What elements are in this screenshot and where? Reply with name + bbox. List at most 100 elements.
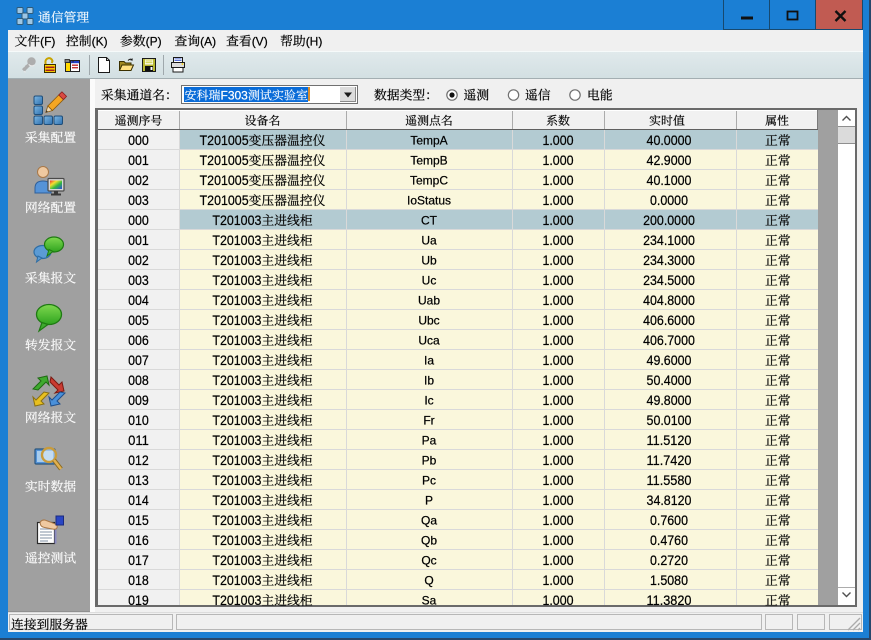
- svg-text:1.000: 1.000: [542, 513, 573, 528]
- svg-text:50.0100: 50.0100: [647, 413, 692, 428]
- svg-text:1.000: 1.000: [542, 233, 573, 248]
- svg-text:1.000: 1.000: [542, 193, 573, 208]
- svg-text:Qa: Qa: [421, 514, 437, 528]
- svg-text:005: 005: [128, 313, 149, 328]
- svg-text:Pb: Pb: [422, 454, 437, 468]
- svg-text:011: 011: [128, 433, 149, 448]
- svg-text:TempA: TempA: [410, 134, 447, 148]
- svg-text:016: 016: [128, 533, 149, 548]
- svg-text:406.6000: 406.6000: [643, 313, 695, 328]
- svg-text:004: 004: [128, 293, 149, 308]
- svg-text:017: 017: [128, 553, 149, 568]
- svg-text:1.000: 1.000: [542, 213, 573, 228]
- svg-text:0.7600: 0.7600: [650, 513, 688, 528]
- svg-text:TempC: TempC: [410, 174, 448, 188]
- svg-text:Ua: Ua: [421, 234, 437, 248]
- svg-text:1.000: 1.000: [542, 573, 573, 588]
- svg-text:Uca: Uca: [418, 334, 440, 348]
- svg-text:003: 003: [128, 193, 149, 208]
- svg-text:019: 019: [128, 593, 149, 608]
- svg-text:000: 000: [128, 213, 149, 228]
- svg-text:1.000: 1.000: [542, 253, 573, 268]
- svg-text:010: 010: [128, 413, 149, 428]
- svg-text:CT: CT: [421, 214, 438, 228]
- svg-text:1.000: 1.000: [542, 373, 573, 388]
- svg-text:001: 001: [128, 153, 149, 168]
- svg-text:002: 002: [128, 253, 149, 268]
- svg-text:1.000: 1.000: [542, 293, 573, 308]
- svg-text:1.000: 1.000: [542, 553, 573, 568]
- svg-text:1.000: 1.000: [542, 153, 573, 168]
- svg-text:013: 013: [128, 473, 149, 488]
- svg-text:42.9000: 42.9000: [647, 153, 692, 168]
- svg-text:(K): (K): [92, 35, 108, 49]
- svg-text:Ubc: Ubc: [418, 314, 439, 328]
- svg-text:006: 006: [128, 333, 149, 348]
- svg-text:Pc: Pc: [422, 474, 436, 488]
- svg-text:Qb: Qb: [421, 534, 437, 548]
- svg-text:1.000: 1.000: [542, 133, 573, 148]
- svg-text:1.5080: 1.5080: [650, 573, 688, 588]
- svg-text:P: P: [425, 494, 433, 508]
- svg-text:11.3820: 11.3820: [647, 593, 692, 608]
- svg-text:34.8120: 34.8120: [647, 493, 692, 508]
- svg-text:1.000: 1.000: [542, 473, 573, 488]
- svg-text:F303: F303: [221, 89, 249, 103]
- svg-text:Qc: Qc: [421, 554, 436, 568]
- svg-text:0.2720: 0.2720: [650, 553, 688, 568]
- svg-text:1.000: 1.000: [542, 533, 573, 548]
- svg-text:1.000: 1.000: [542, 353, 573, 368]
- svg-text:Fr: Fr: [423, 414, 434, 428]
- svg-text:003: 003: [128, 273, 149, 288]
- svg-text:1.000: 1.000: [542, 453, 573, 468]
- svg-text:200.0000: 200.0000: [643, 213, 695, 228]
- svg-text:406.7000: 406.7000: [643, 333, 695, 348]
- svg-text:40.1000: 40.1000: [647, 173, 692, 188]
- svg-text:Sa: Sa: [422, 594, 437, 608]
- svg-text:1.000: 1.000: [542, 593, 573, 608]
- svg-text:(H): (H): [306, 35, 323, 49]
- svg-text:IoStatus: IoStatus: [407, 194, 451, 208]
- svg-text:Uc: Uc: [422, 274, 437, 288]
- svg-text:1.000: 1.000: [542, 433, 573, 448]
- svg-text:234.1000: 234.1000: [643, 233, 695, 248]
- svg-text:014: 014: [128, 493, 149, 508]
- svg-text:11.7420: 11.7420: [647, 453, 692, 468]
- svg-text:009: 009: [128, 393, 149, 408]
- svg-text:1.000: 1.000: [542, 173, 573, 188]
- svg-text:1.000: 1.000: [542, 413, 573, 428]
- svg-text:234.3000: 234.3000: [643, 253, 695, 268]
- svg-text:1.000: 1.000: [542, 493, 573, 508]
- svg-text:1.000: 1.000: [542, 273, 573, 288]
- svg-text:49.6000: 49.6000: [647, 353, 692, 368]
- svg-text:007: 007: [128, 353, 149, 368]
- svg-text:(F): (F): [40, 35, 55, 49]
- svg-text:Ub: Ub: [421, 254, 437, 268]
- svg-text:002: 002: [128, 173, 149, 188]
- svg-text:1.000: 1.000: [542, 333, 573, 348]
- svg-text:1.000: 1.000: [542, 393, 573, 408]
- svg-text:49.8000: 49.8000: [647, 393, 692, 408]
- svg-text:1.000: 1.000: [542, 313, 573, 328]
- svg-text:TempB: TempB: [410, 154, 447, 168]
- svg-text:018: 018: [128, 573, 149, 588]
- svg-text:234.5000: 234.5000: [643, 273, 695, 288]
- svg-text:(A): (A): [200, 35, 216, 49]
- svg-text:(P): (P): [146, 35, 162, 49]
- svg-text:000: 000: [128, 133, 149, 148]
- svg-text:50.4000: 50.4000: [647, 373, 692, 388]
- svg-text:015: 015: [128, 513, 149, 528]
- svg-text:40.0000: 40.0000: [647, 133, 692, 148]
- svg-text:11.5120: 11.5120: [647, 433, 692, 448]
- svg-text:012: 012: [128, 453, 149, 468]
- svg-text:Ic: Ic: [424, 394, 433, 408]
- svg-text:404.8000: 404.8000: [643, 293, 695, 308]
- svg-text:001: 001: [128, 233, 149, 248]
- svg-text:(V): (V): [252, 35, 268, 49]
- svg-text:Ib: Ib: [424, 374, 434, 388]
- svg-text:11.5580: 11.5580: [647, 473, 692, 488]
- svg-text:Uab: Uab: [418, 294, 440, 308]
- svg-text:Pa: Pa: [422, 434, 437, 448]
- svg-text:Ia: Ia: [424, 354, 434, 368]
- svg-text:Q: Q: [424, 574, 433, 588]
